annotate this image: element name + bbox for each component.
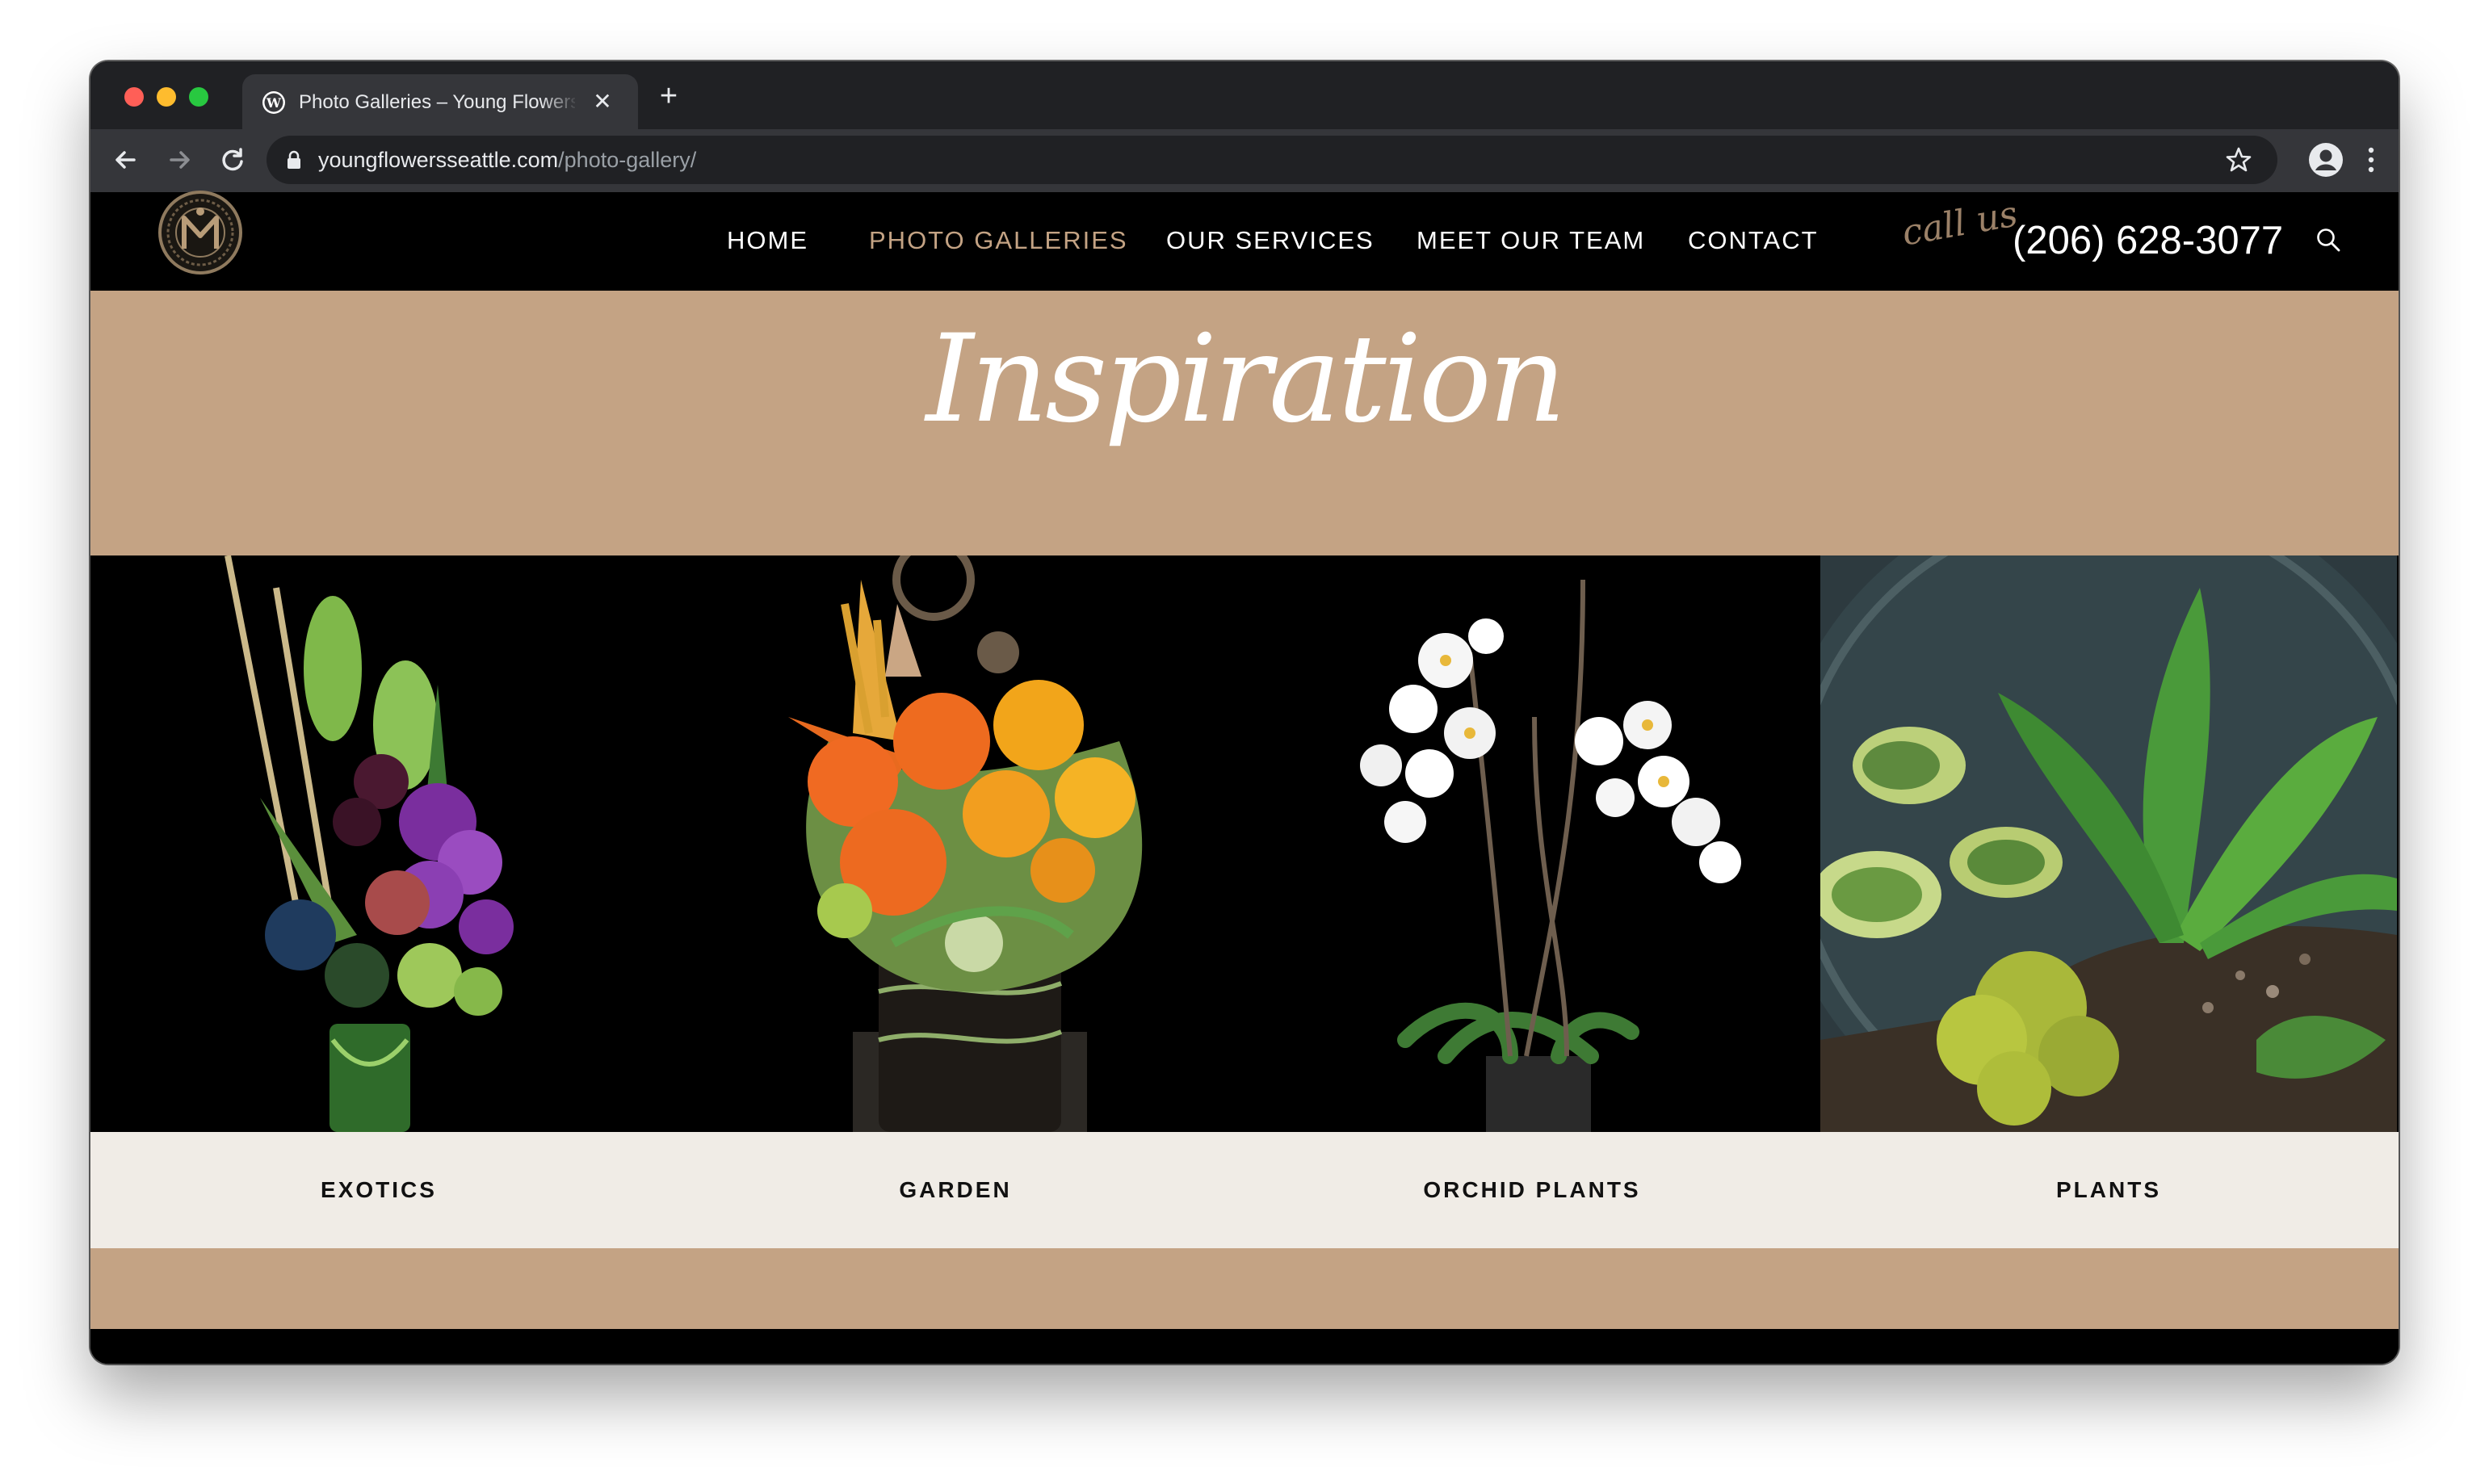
- bookmark-star-icon[interactable]: [2224, 145, 2253, 174]
- gallery-labels: EXOTICS GARDEN ORCHID PLANTS PLANTS: [90, 1132, 2399, 1248]
- gallery-label-plants[interactable]: PLANTS: [1820, 1174, 2397, 1206]
- search-icon[interactable]: [2315, 226, 2342, 254]
- web-page: HOME PHOTO GALLERIES OUR SERVICES MEET O…: [90, 189, 2399, 1364]
- garden-arrangement-photo: [667, 555, 1244, 1132]
- wordpress-icon: W: [262, 91, 285, 114]
- gallery-card-orchid-plants[interactable]: [1244, 555, 1820, 1132]
- tab-title: Photo Galleries – Young Flowers: [299, 91, 575, 113]
- more-menu-icon[interactable]: [2363, 142, 2379, 178]
- nav-our-services[interactable]: OUR SERVICES: [1166, 224, 1375, 257]
- call-us-script: call us: [1899, 193, 2021, 254]
- terrarium-plants-photo: [1820, 555, 2397, 1132]
- browser-tab[interactable]: W Photo Galleries – Young Flowers ✕: [242, 74, 638, 129]
- tab-strip: W Photo Galleries – Young Flowers ✕ +: [90, 61, 2399, 129]
- gallery-card-plants[interactable]: [1820, 555, 2397, 1132]
- new-tab-button[interactable]: +: [653, 81, 685, 113]
- forward-arrow-icon[interactable]: [163, 144, 195, 176]
- page-title: Inspiration: [926, 309, 1566, 450]
- footer-band: [90, 1248, 2399, 1329]
- url-host: youngflowersseattle.com: [318, 148, 559, 172]
- gallery-label-exotics[interactable]: EXOTICS: [90, 1174, 667, 1206]
- exotics-arrangement-photo: [90, 555, 667, 1132]
- profile-avatar-icon[interactable]: [2308, 142, 2344, 178]
- phone-number[interactable]: (206) 628-3077: [2013, 216, 2283, 265]
- tab-title-fade: [541, 86, 578, 118]
- nav-contact[interactable]: CONTACT: [1688, 224, 1819, 257]
- svg-text:W: W: [266, 95, 282, 111]
- browser-window: W Photo Galleries – Young Flowers ✕ + yo…: [90, 61, 2399, 1364]
- nav-meet-our-team[interactable]: MEET OUR TEAM: [1417, 224, 1645, 257]
- footer-strip: [90, 1329, 2399, 1364]
- gallery-card-garden[interactable]: [667, 555, 1244, 1132]
- reload-icon[interactable]: [216, 144, 249, 176]
- url-path: /photo-gallery/: [558, 148, 697, 172]
- address-bar[interactable]: youngflowersseattle.com/photo-gallery/: [267, 136, 2277, 184]
- lock-icon: [288, 150, 300, 169]
- minimize-window-button[interactable]: [157, 87, 176, 107]
- url-text: youngflowersseattle.com/photo-gallery/: [318, 146, 696, 174]
- gallery-label-orchid-plants[interactable]: ORCHID PLANTS: [1244, 1174, 1820, 1206]
- maximize-window-button[interactable]: [189, 87, 208, 107]
- page-banner: Inspiration: [90, 291, 2399, 555]
- gallery-label-garden[interactable]: GARDEN: [667, 1174, 1244, 1206]
- site-header: HOME PHOTO GALLERIES OUR SERVICES MEET O…: [90, 189, 2399, 291]
- back-arrow-icon[interactable]: [110, 144, 142, 176]
- gallery-grid: [90, 555, 2399, 1132]
- young-flowers-logo-icon[interactable]: [157, 189, 244, 276]
- close-window-button[interactable]: [124, 87, 144, 107]
- close-tab-icon[interactable]: ✕: [591, 90, 614, 113]
- nav-photo-galleries[interactable]: PHOTO GALLERIES: [869, 224, 1128, 257]
- browser-toolbar: youngflowersseattle.com/photo-gallery/: [90, 129, 2399, 192]
- orchid-plant-photo: [1244, 555, 1820, 1132]
- nav-home[interactable]: HOME: [727, 224, 808, 257]
- gallery-card-exotics[interactable]: [90, 555, 667, 1132]
